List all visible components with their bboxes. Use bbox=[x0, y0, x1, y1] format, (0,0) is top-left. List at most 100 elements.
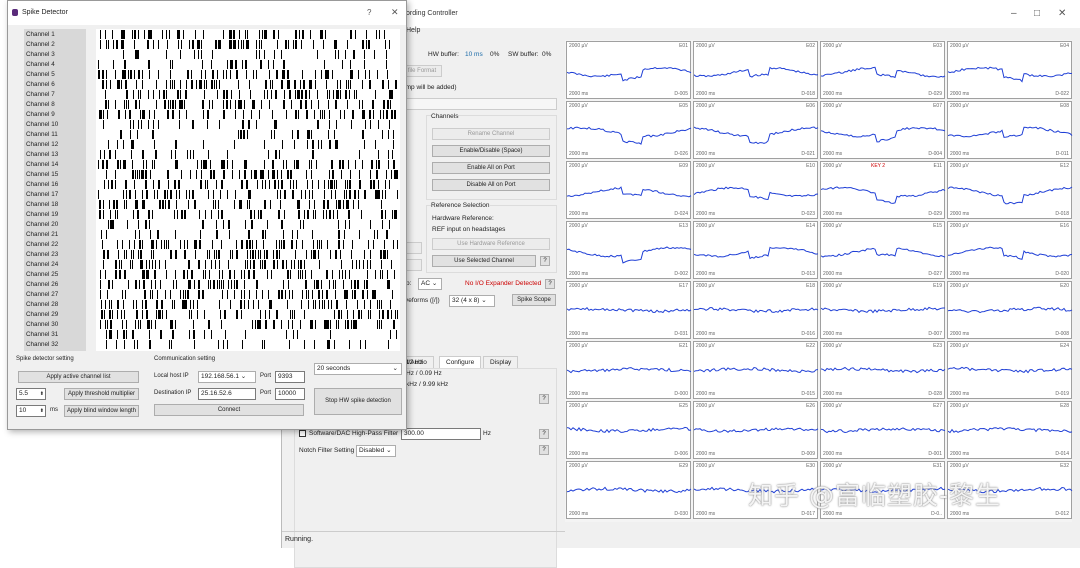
connect-button[interactable]: Connect bbox=[154, 404, 304, 416]
channel-item[interactable]: Channel 3 bbox=[26, 51, 55, 58]
channel-item[interactable]: Channel 10 bbox=[26, 121, 58, 128]
notch-filter-select[interactable]: Disabled ⌄ bbox=[356, 445, 396, 457]
channel-item[interactable]: Channel 24 bbox=[26, 261, 58, 268]
scope-cell[interactable]: 2000 µV E21 2000 ms D-000 bbox=[566, 341, 692, 399]
scope-cell[interactable]: 2000 µV E24 2000 ms D-019 bbox=[947, 341, 1073, 399]
close-icon[interactable]: ✕ bbox=[1058, 8, 1066, 19]
spike-scope-button[interactable]: Spike Scope bbox=[512, 294, 556, 306]
scope-cell[interactable]: 2000 µV E19 2000 ms D-007 bbox=[820, 281, 945, 339]
channel-item[interactable]: Channel 14 bbox=[26, 161, 58, 168]
channel-item[interactable]: Channel 20 bbox=[26, 221, 58, 228]
local-port-input[interactable]: 9393 bbox=[275, 371, 305, 383]
scope-cell[interactable]: 2000 µV E09 2000 ms D-024 bbox=[566, 161, 692, 219]
channel-item[interactable]: Channel 23 bbox=[26, 251, 58, 258]
channel-item[interactable]: Channel 2 bbox=[26, 41, 55, 48]
help-icon[interactable]: ? bbox=[367, 8, 371, 17]
use-hw-ref-button[interactable]: Use Hardware Reference bbox=[432, 238, 550, 250]
tab-display[interactable]: Display bbox=[483, 356, 519, 368]
bandwidth-help-button[interactable]: ? bbox=[539, 394, 549, 404]
channel-item[interactable]: Channel 11 bbox=[26, 131, 58, 138]
scope-cell[interactable]: 2000 µV E08 2000 ms D-011 bbox=[947, 101, 1073, 159]
scope-cell[interactable]: 2000 µV E03 2000 ms D-029 bbox=[820, 41, 946, 99]
menu-help[interactable]: Help bbox=[406, 27, 420, 34]
scope-cell[interactable]: 2000 µV E02 2000 ms D-018 bbox=[693, 41, 819, 99]
channel-item[interactable]: Channel 29 bbox=[26, 311, 58, 318]
channel-item[interactable]: Channel 31 bbox=[26, 331, 58, 338]
blind-window-spinbox[interactable]: 10 ⬍ bbox=[16, 405, 46, 417]
scope-cell[interactable]: 2000 µV E23 2000 ms D-028 bbox=[820, 341, 946, 399]
base-filename-field[interactable] bbox=[402, 98, 557, 110]
scope-cell[interactable]: 2000 µV E14 2000 ms D-013 bbox=[693, 221, 819, 279]
scope-cell[interactable]: 2000 µV E07 2000 ms D-004 bbox=[820, 101, 946, 159]
scope-cell[interactable]: 2000 µV E18 2000 ms D-016 bbox=[693, 281, 819, 339]
sw-hp-filter-input[interactable]: 300.00 bbox=[401, 428, 481, 440]
scope-grid[interactable]: 2000 µV E01 2000 ms D-005 2000 µV E02 2000 ms D… bbox=[565, 40, 1073, 522]
spin-icon[interactable]: ⬍ bbox=[40, 389, 44, 399]
ref-help-button[interactable]: ? bbox=[540, 256, 550, 266]
channel-item[interactable]: Channel 12 bbox=[26, 141, 58, 148]
minimize-icon[interactable]: – bbox=[1011, 8, 1017, 19]
channel-item[interactable]: Channel 16 bbox=[26, 181, 58, 188]
channel-item[interactable]: Channel 17 bbox=[26, 191, 58, 198]
maximize-icon[interactable]: □ bbox=[1034, 8, 1040, 19]
channel-item[interactable]: Channel 7 bbox=[26, 91, 55, 98]
scope-cell[interactable]: 2000 µV E29 2000 ms D-030 bbox=[566, 461, 692, 519]
scope-cell[interactable]: 2000 µV E04 2000 ms D-022 bbox=[947, 41, 1073, 99]
rename-channel-button[interactable]: Rename Channel bbox=[432, 128, 550, 140]
local-ip-select[interactable]: 192.168.56.1 ⌄ bbox=[198, 371, 256, 383]
scope-cell[interactable]: 2000 µV E26 2000 ms D-009 bbox=[693, 401, 819, 459]
channel-item[interactable]: Channel 27 bbox=[26, 291, 58, 298]
channel-item[interactable]: Channel 4 bbox=[26, 61, 55, 68]
dest-ip-input[interactable]: 25.16.52.6 bbox=[198, 388, 256, 400]
channel-item[interactable]: Channel 19 bbox=[26, 211, 58, 218]
duration-select[interactable]: 20 seconds ⌄ bbox=[314, 363, 402, 375]
channel-item[interactable]: Channel 15 bbox=[26, 171, 58, 178]
scope-cell[interactable]: 2000 µV E15 2000 ms D-027 bbox=[820, 221, 946, 279]
enable-all-button[interactable]: Enable All on Port bbox=[432, 162, 550, 174]
disable-all-button[interactable]: Disable All on Port bbox=[432, 179, 550, 191]
channel-item[interactable]: Channel 1 bbox=[26, 31, 55, 38]
scope-cell[interactable]: 2000 µV E28 2000 ms D-014 bbox=[947, 401, 1073, 459]
channel-item[interactable]: Channel 25 bbox=[26, 271, 58, 278]
scope-cell[interactable]: 2000 µV E22 2000 ms D-015 bbox=[693, 341, 819, 399]
waveforms-select[interactable]: 32 (4 x 8) ⌄ bbox=[449, 295, 495, 307]
stop-hw-spike-button[interactable]: Stop HW spike detection bbox=[314, 388, 402, 415]
channel-item[interactable]: Channel 9 bbox=[26, 111, 55, 118]
scope-cell[interactable]: 2000 µV E01 2000 ms D-005 bbox=[566, 41, 692, 99]
notch-help-button[interactable]: ? bbox=[539, 445, 549, 455]
scope-cell[interactable]: 2000 µV E11 2000 ms D-029 KEY 2 bbox=[820, 161, 946, 219]
scope-cell[interactable]: 2000 µV E27 2000 ms D-001 bbox=[820, 401, 946, 459]
sw-hp-filter-checkbox[interactable] bbox=[299, 430, 306, 437]
channel-item[interactable]: Channel 32 bbox=[26, 341, 58, 348]
enable-disable-button[interactable]: Enable/Disable (Space) bbox=[432, 145, 550, 157]
scope-cell[interactable]: 2000 µV E17 2000 ms D-031 bbox=[566, 281, 692, 339]
tab-configure[interactable]: Configure bbox=[439, 356, 482, 368]
scope-cell[interactable]: 2000 µV E13 2000 ms D-002 bbox=[566, 221, 692, 279]
channel-item[interactable]: Channel 13 bbox=[26, 151, 58, 158]
channel-item[interactable]: Channel 30 bbox=[26, 321, 58, 328]
channel-item[interactable]: Channel 28 bbox=[26, 301, 58, 308]
scope-cell[interactable]: 2000 µV E12 2000 ms D-018 bbox=[947, 161, 1073, 219]
channel-list[interactable]: Channel 1 Channel 2 Channel 3 Channel 4 Chan… bbox=[24, 29, 86, 351]
scope-cell[interactable]: 2000 µV E06 2000 ms D-021 bbox=[693, 101, 819, 159]
dest-port-input[interactable]: 10000 bbox=[275, 388, 305, 400]
channel-item[interactable]: Channel 5 bbox=[26, 71, 55, 78]
apply-threshold-button[interactable]: Apply threshold multiplier bbox=[64, 388, 139, 400]
scope-cell[interactable]: 2000 µV E25 2000 ms D-006 bbox=[566, 401, 692, 459]
sw-filter-help-button[interactable]: ? bbox=[539, 429, 549, 439]
use-selected-channel-button[interactable]: Use Selected Channel bbox=[432, 255, 536, 267]
io-help-button[interactable]: ? bbox=[545, 279, 555, 289]
channel-item[interactable]: Channel 26 bbox=[26, 281, 58, 288]
threshold-spinbox[interactable]: 5.5 ⬍ bbox=[16, 388, 46, 400]
channel-item[interactable]: Channel 22 bbox=[26, 241, 58, 248]
file-format-button[interactable]: file Format bbox=[402, 65, 442, 77]
coupling-select[interactable]: AC ⌄ bbox=[418, 278, 442, 290]
channel-item[interactable]: Channel 18 bbox=[26, 201, 58, 208]
channel-item[interactable]: Channel 21 bbox=[26, 231, 58, 238]
scope-cell[interactable]: 2000 µV E16 2000 ms D-020 bbox=[947, 221, 1073, 279]
channel-item[interactable]: Channel 6 bbox=[26, 81, 55, 88]
spin-icon[interactable]: ⬍ bbox=[40, 406, 44, 416]
close-icon[interactable]: ✕ bbox=[391, 7, 399, 18]
scope-cell[interactable]: 2000 µV E10 2000 ms D-023 bbox=[693, 161, 819, 219]
apply-active-channel-button[interactable]: Apply active channel list bbox=[18, 371, 139, 383]
